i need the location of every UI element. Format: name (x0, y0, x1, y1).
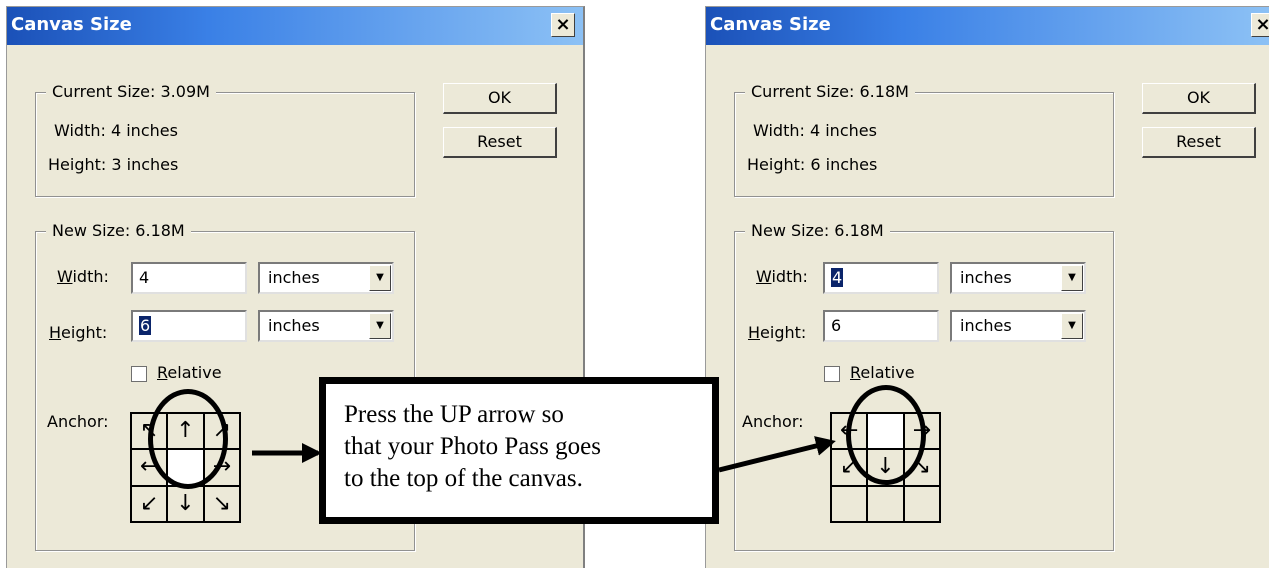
anchor-label: Anchor: (742, 412, 804, 431)
ok-button[interactable]: OK (443, 83, 557, 114)
instruction-callout: Press the UP arrow so that your Photo Pa… (319, 377, 719, 524)
anchor-cell-bottom-center[interactable] (867, 485, 904, 522)
close-icon[interactable]: × (1251, 13, 1269, 37)
width-unit-value: inches (960, 268, 1012, 287)
relative-label-mnemonic: R (850, 363, 861, 382)
callout-line-2: that your Photo Pass goes (344, 433, 601, 460)
relative-label: Relative (157, 363, 222, 383)
canvas-size-dialog-after: Canvas Size × Current Size: 6.18M Width:… (705, 6, 1269, 568)
current-size-label: Current Size: 3.09M (46, 82, 216, 102)
reset-button[interactable]: Reset (443, 127, 557, 158)
highlight-ellipse (846, 385, 926, 485)
height-label-mnemonic: H (49, 323, 62, 342)
highlight-ellipse (148, 389, 228, 489)
width-label-mnemonic: W (756, 267, 772, 286)
relative-label: Relative (850, 363, 915, 383)
height-label-mnemonic: H (748, 323, 761, 342)
width-value-selected: 4 (831, 268, 844, 287)
anchor-cell-bottom-left[interactable]: ↙ (131, 485, 168, 522)
callout-line-3: to the top of the canvas. (344, 465, 583, 492)
current-height-text: Height: 6 inches (747, 155, 878, 174)
width-label: Width: (57, 267, 109, 287)
anchor-cell-bottom-center[interactable]: ↓ (167, 485, 204, 522)
height-value: 6 (831, 316, 842, 335)
height-label-rest: eight: (61, 323, 108, 342)
callout-line-1: Press the UP arrow so (344, 401, 564, 428)
anchor-cell-bottom-left[interactable] (831, 485, 868, 522)
width-input[interactable]: 4 (823, 262, 939, 294)
close-icon[interactable]: × (551, 13, 575, 37)
height-value-selected: 6 (139, 316, 152, 335)
height-unit-select[interactable]: inches ▼ (258, 310, 394, 342)
relative-label-mnemonic: R (157, 363, 168, 382)
width-input[interactable]: 4 (131, 262, 247, 294)
height-input[interactable]: 6 (131, 310, 247, 342)
chevron-down-icon[interactable]: ▼ (369, 265, 391, 291)
ok-button[interactable]: OK (1142, 83, 1256, 114)
height-input[interactable]: 6 (823, 310, 939, 342)
dialog-title: Canvas Size (710, 14, 831, 35)
relative-checkbox[interactable] (824, 366, 840, 382)
width-label-rest: idth: (771, 267, 808, 286)
anchor-cell-bottom-right[interactable]: ↘ (203, 485, 240, 522)
width-label-rest: idth: (72, 267, 109, 286)
anchor-label: Anchor: (47, 412, 109, 431)
height-label: Height: (49, 323, 107, 343)
width-label: Width: (756, 267, 808, 287)
width-unit-select[interactable]: inches ▼ (950, 262, 1086, 294)
height-unit-value: inches (960, 316, 1012, 335)
title-bar: Canvas Size × (706, 7, 1269, 45)
height-unit-select[interactable]: inches ▼ (950, 310, 1086, 342)
current-width-text: Width: 4 inches (753, 121, 877, 140)
title-bar: Canvas Size × (7, 7, 583, 45)
relative-label-rest: elative (860, 363, 915, 382)
width-unit-select[interactable]: inches ▼ (258, 262, 394, 294)
relative-checkbox[interactable] (131, 366, 147, 382)
width-unit-value: inches (268, 268, 320, 287)
dialog-title: Canvas Size (11, 14, 132, 35)
chevron-down-icon[interactable]: ▼ (1061, 313, 1083, 339)
chevron-down-icon[interactable]: ▼ (369, 313, 391, 339)
current-size-group: Current Size: 3.09M Width: 4 inches Heig… (35, 82, 415, 197)
width-label-mnemonic: W (57, 267, 73, 286)
current-width-text: Width: 4 inches (54, 121, 178, 140)
current-size-group: Current Size: 6.18M Width: 4 inches Heig… (734, 82, 1114, 197)
current-size-label: Current Size: 6.18M (745, 82, 915, 102)
height-unit-value: inches (268, 316, 320, 335)
chevron-down-icon[interactable]: ▼ (1061, 265, 1083, 291)
relative-label-rest: elative (167, 363, 222, 382)
new-size-label: New Size: 6.18M (46, 221, 191, 241)
height-label-rest: eight: (760, 323, 807, 342)
reset-button[interactable]: Reset (1142, 127, 1256, 158)
anchor-cell-bottom-right[interactable] (903, 485, 940, 522)
width-value: 4 (139, 268, 150, 287)
current-height-text: Height: 3 inches (48, 155, 179, 174)
new-size-label: New Size: 6.18M (745, 221, 890, 241)
height-label: Height: (748, 323, 806, 343)
